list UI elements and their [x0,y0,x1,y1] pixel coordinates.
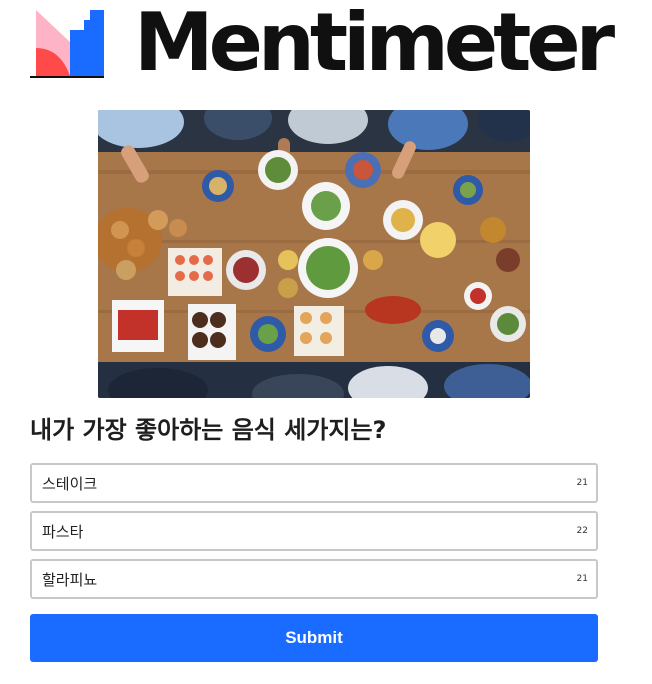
answer-field-1[interactable]: 21 [30,463,598,503]
hero-image [98,110,530,398]
question-title: 내가 가장 좋아하는 음식 세가지는? [30,416,387,444]
brand-name: Mentimeter [134,0,615,89]
food-table-photo [98,110,530,398]
answer-field-2[interactable]: 22 [30,511,598,551]
answer-input-1[interactable] [32,465,596,501]
character-counter-3: 21 [576,574,588,584]
answer-input-3[interactable] [32,561,596,597]
mentimeter-logo[interactable]: Mentimeter [30,0,615,88]
character-counter-2: 22 [576,526,588,536]
answer-field-3[interactable]: 21 [30,559,598,599]
answer-input-2[interactable] [32,513,596,549]
mentimeter-logo-icon [30,10,104,78]
submit-button[interactable]: Submit [30,614,598,662]
character-counter-1: 21 [576,478,588,488]
